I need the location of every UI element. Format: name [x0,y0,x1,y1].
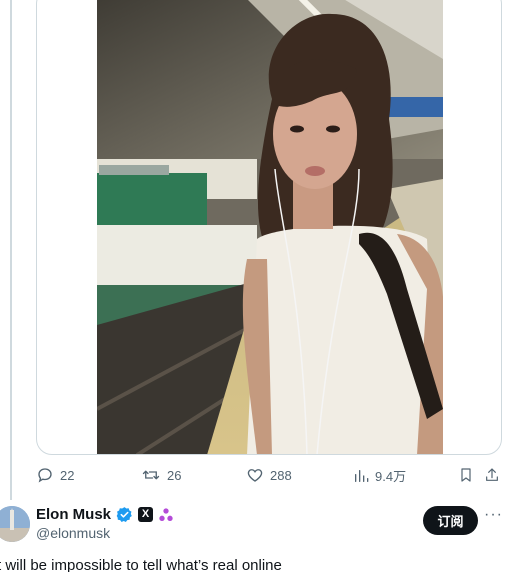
reply-button[interactable]: 22 [36,466,74,484]
avatar-image [0,506,30,542]
x-affiliation-icon: X [138,507,154,522]
more-options-icon[interactable]: ··· [484,506,503,524]
quoted-media-card[interactable] [36,0,502,455]
views-count: 9.4万 [375,469,407,484]
thread-line [10,0,12,500]
bookmark-icon [461,468,471,482]
tweet-actions: 22 26 288 9.4万 [0,462,508,492]
share-button[interactable] [484,466,500,484]
subway-selfie-image[interactable] [97,0,443,454]
affiliate-badge-icon [159,507,173,521]
bookmark-button[interactable] [458,466,474,484]
author-name[interactable]: Elon Musk [36,506,111,523]
retweet-icon [142,470,160,480]
author-name-row: Elon Musk X [36,506,174,523]
reply-icon [38,468,52,483]
tweet-text: t will be impossible to tell what’s real… [0,557,282,572]
like-count: 288 [270,467,292,483]
avatar[interactable] [0,506,30,542]
share-icon [486,468,498,481]
views-button[interactable]: 9.4万 [353,466,406,485]
like-button[interactable]: 288 [246,466,292,484]
retweet-button[interactable]: 26 [141,466,181,484]
subscribe-button[interactable]: 订阅 [423,506,478,535]
photo-illustration [97,0,443,454]
analytics-icon [355,469,369,482]
retweet-count: 26 [167,467,182,483]
verified-badge-icon [116,507,132,523]
heart-icon [247,469,263,482]
reply-count: 22 [60,467,75,483]
author-handle[interactable]: @elonmusk [36,525,110,541]
